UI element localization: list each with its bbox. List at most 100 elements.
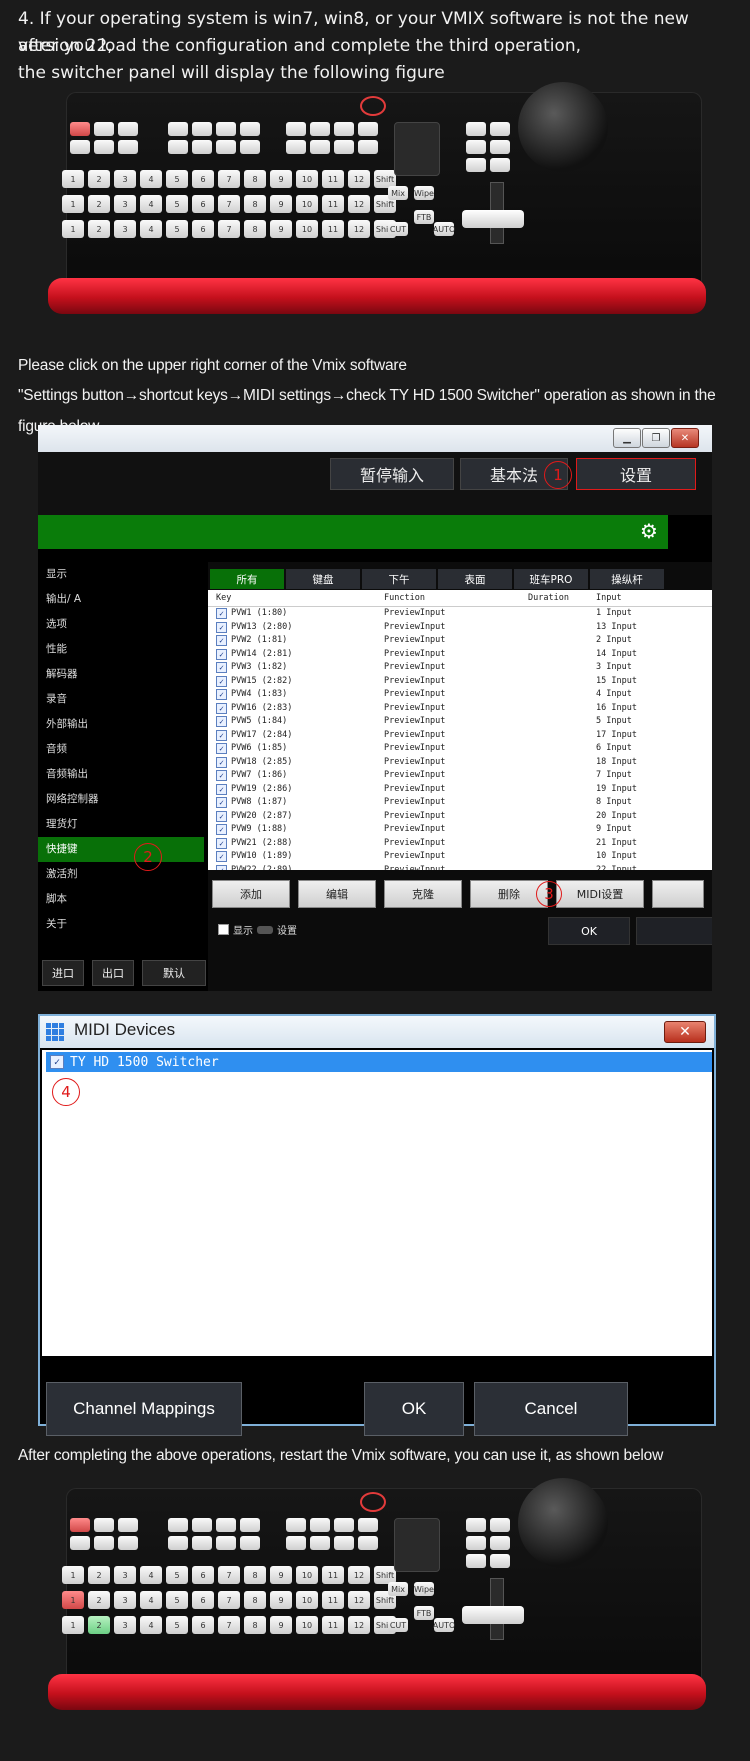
dsk-key[interactable] [192, 1518, 212, 1532]
col-input[interactable]: Input [596, 590, 706, 606]
row-checkbox[interactable]: ✓ [216, 621, 227, 633]
panel-key[interactable]: 4 [140, 220, 162, 238]
panel-key[interactable]: 11 [322, 1566, 344, 1584]
panel-key[interactable]: 11 [322, 170, 344, 188]
close-icon[interactable]: ✕ [664, 1021, 706, 1043]
row-checkbox[interactable]: ✓ [216, 635, 227, 647]
table-row[interactable]: ✓ PVW16 (2:83) PreviewInput 16 Input [208, 702, 712, 716]
dsk-key[interactable] [168, 140, 188, 154]
sidebar-item[interactable]: 解码器 [38, 662, 204, 687]
panel-key[interactable]: 12 [348, 1616, 370, 1634]
panel-key[interactable]: 5 [166, 195, 188, 213]
sidebar-item[interactable]: 外部输出 [38, 712, 204, 737]
panel-key[interactable]: 8 [244, 1616, 266, 1634]
panel-key[interactable]: 2 [88, 1566, 110, 1584]
row-checkbox[interactable]: ✓ [216, 864, 227, 870]
sidebar-item[interactable]: 脚本 [38, 887, 204, 912]
transport-key[interactable] [94, 1518, 114, 1532]
maximize-icon[interactable]: ❐ [642, 428, 670, 448]
sidebar-item[interactable]: 录音 [38, 687, 204, 712]
panel-key[interactable]: 8 [244, 1591, 266, 1609]
sidebar-item[interactable]: 音频输出 [38, 762, 204, 787]
table-row[interactable]: ✓ PVW3 (1:82) PreviewInput 3 Input [208, 661, 712, 675]
f-key[interactable] [466, 1536, 486, 1550]
table-row[interactable]: ✓ PVW19 (2:86) PreviewInput 19 Input [208, 783, 712, 797]
panel-key[interactable]: 4 [140, 1591, 162, 1609]
col-duration[interactable]: Duration [528, 590, 596, 606]
panel-key[interactable]: 1 [62, 1566, 84, 1584]
panel-key[interactable]: 3 [114, 1566, 136, 1584]
joystick-icon[interactable] [518, 1478, 608, 1568]
panel-key[interactable]: 2 [88, 1591, 110, 1609]
overlay-key[interactable] [310, 122, 330, 136]
panel-key[interactable]: 6 [192, 220, 214, 238]
aux-key[interactable]: AUTO [433, 222, 455, 236]
dsk-key[interactable] [168, 1536, 188, 1550]
panel-key[interactable]: 12 [348, 1566, 370, 1584]
row-checkbox[interactable]: ✓ [216, 675, 227, 687]
tab-4[interactable]: 班车PRO [514, 569, 588, 589]
table-row[interactable]: ✓ PVW6 (1:85) PreviewInput 6 Input [208, 742, 712, 756]
f-key[interactable] [490, 158, 510, 172]
midi-settings-button[interactable]: MIDI设置 [556, 880, 644, 908]
f-key[interactable] [490, 1554, 510, 1568]
overlay-key[interactable] [334, 1536, 354, 1550]
panel-key[interactable]: 10 [296, 195, 318, 213]
row-checkbox[interactable]: ✓ [216, 608, 227, 620]
panel-key[interactable]: 10 [296, 170, 318, 188]
panel-key[interactable]: 3 [114, 1591, 136, 1609]
tab-3[interactable]: 表面 [438, 569, 512, 589]
import-button[interactable]: 进口 [42, 960, 84, 986]
table-row[interactable]: ✓ PVW18 (2:85) PreviewInput 18 Input [208, 756, 712, 770]
fader-slot[interactable] [394, 122, 440, 176]
panel-key[interactable]: 11 [322, 195, 344, 213]
panel-key[interactable]: 9 [270, 1591, 292, 1609]
transport-key[interactable] [94, 140, 114, 154]
panel-key[interactable]: 5 [166, 170, 188, 188]
cancel-button[interactable]: Cancel [474, 1382, 628, 1436]
ok-button[interactable]: OK [364, 1382, 464, 1436]
panel-key[interactable]: 3 [114, 195, 136, 213]
panel-key[interactable]: 10 [296, 1591, 318, 1609]
dsk-key[interactable] [168, 1518, 188, 1532]
close-icon[interactable]: ✕ [671, 428, 699, 448]
panel-key[interactable]: 6 [192, 170, 214, 188]
dsk-key[interactable] [240, 1518, 260, 1532]
add-button[interactable]: 添加 [212, 880, 290, 908]
col-key[interactable]: Key [208, 590, 384, 606]
panel-key[interactable]: 5 [166, 220, 188, 238]
table-row[interactable]: ✓ PVW7 (1:86) PreviewInput 7 Input [208, 769, 712, 783]
panel-key[interactable]: 7 [218, 195, 240, 213]
row-checkbox[interactable]: ✓ [216, 797, 227, 809]
table-row[interactable]: ✓ PVW9 (1:88) PreviewInput 9 Input [208, 823, 712, 837]
table-row[interactable]: ✓ PVW17 (2:84) PreviewInput 17 Input [208, 729, 712, 743]
panel-key[interactable]: 9 [270, 195, 292, 213]
transport-key[interactable] [118, 122, 138, 136]
panel-key[interactable]: 9 [270, 220, 292, 238]
panel-key[interactable]: 4 [140, 195, 162, 213]
panel-key[interactable]: 7 [218, 170, 240, 188]
transport-key[interactable] [70, 140, 90, 154]
panel-key[interactable]: 11 [322, 1616, 344, 1634]
default-button[interactable]: 默认 [142, 960, 206, 986]
tab-2[interactable]: 下午 [362, 569, 436, 589]
panel-key[interactable]: 12 [348, 170, 370, 188]
midi-device-item[interactable]: ✓ TY HD 1500 Switcher [46, 1052, 712, 1072]
aux-key[interactable]: FTB [414, 210, 434, 224]
overlay-key[interactable] [286, 140, 306, 154]
panel-key[interactable]: 1 [62, 170, 84, 188]
export-button[interactable]: 出口 [92, 960, 134, 986]
f-key[interactable] [466, 158, 486, 172]
overlay-key[interactable] [334, 122, 354, 136]
panel-key[interactable]: 11 [322, 220, 344, 238]
device-checkbox[interactable]: ✓ [50, 1055, 64, 1069]
panel-key[interactable]: 5 [166, 1616, 188, 1634]
row-checkbox[interactable]: ✓ [216, 716, 227, 728]
dsk-key[interactable] [192, 1536, 212, 1550]
transport-key[interactable] [70, 1536, 90, 1550]
panel-key[interactable]: 12 [348, 220, 370, 238]
tab-0[interactable]: 所有 [210, 569, 284, 589]
channel-mappings-button[interactable]: Channel Mappings [46, 1382, 242, 1436]
panel-key[interactable]: 1 [62, 195, 84, 213]
panel-key[interactable]: 10 [296, 220, 318, 238]
